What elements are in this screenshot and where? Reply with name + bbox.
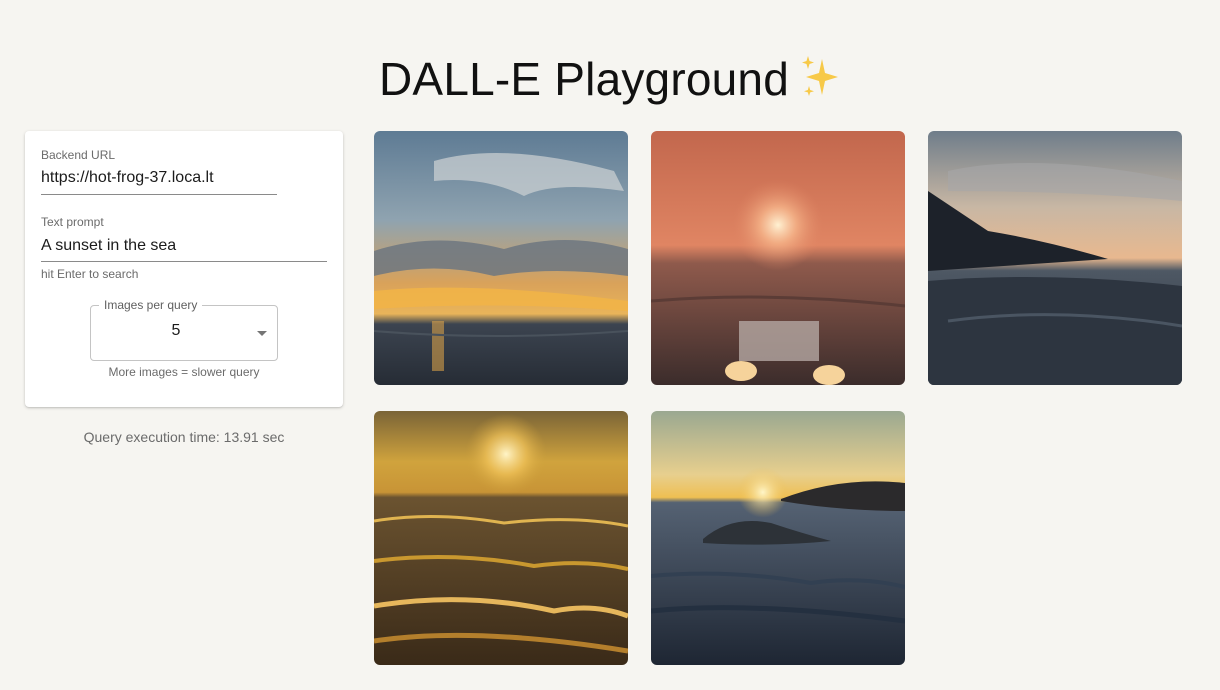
generated-image-5[interactable] (651, 411, 905, 665)
generated-image-3[interactable] (928, 131, 1182, 385)
settings-card: Backend URL https://hot-frog-37.loca.lt … (25, 131, 343, 407)
sparkles-icon (799, 53, 841, 101)
text-prompt-label: Text prompt (41, 215, 104, 229)
images-per-query-value: 5 (171, 322, 181, 339)
backend-url-input[interactable]: https://hot-frog-37.loca.lt (41, 169, 214, 187)
generated-image-2[interactable] (651, 131, 905, 385)
text-prompt-input[interactable]: A sunset in the sea (41, 237, 176, 255)
generated-image-1[interactable] (374, 131, 628, 385)
images-per-query-helper: More images = slower query (108, 365, 260, 379)
page-title-text: DALL-E Playground (379, 52, 789, 105)
backend-url-label: Backend URL (41, 148, 116, 162)
query-execution-time: Query execution time: 13.91 sec (83, 429, 285, 445)
generated-image-rock-islands (651, 411, 905, 665)
page-title: DALL-E Playground (0, 49, 1220, 109)
generated-image-coastal-dusk (928, 131, 1182, 385)
generated-image-4[interactable] (374, 411, 628, 665)
text-prompt-underline (41, 261, 327, 262)
generated-image-golden-waves (374, 411, 628, 665)
images-per-query-select[interactable]: Images per query 5 (90, 298, 278, 361)
images-per-query-label: Images per query (99, 298, 203, 312)
generated-image-sunset-clouds (374, 131, 628, 385)
text-prompt-helper: hit Enter to search (41, 267, 139, 281)
backend-url-underline (41, 194, 277, 195)
chevron-down-icon[interactable] (257, 331, 267, 336)
generated-image-pink-sunset (651, 131, 905, 385)
